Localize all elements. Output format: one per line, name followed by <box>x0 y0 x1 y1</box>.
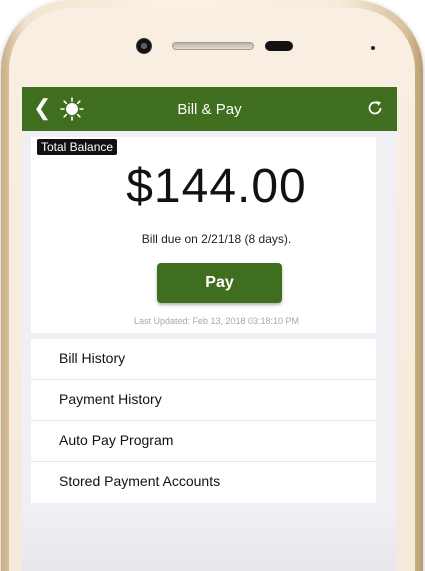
sensor-dot <box>371 46 375 50</box>
total-balance-label: Total Balance <box>37 139 118 155</box>
front-camera-icon <box>136 38 152 54</box>
speaker-grille <box>172 42 254 50</box>
menu-item-label: Auto Pay Program <box>59 432 174 448</box>
refresh-icon[interactable] <box>365 98 385 118</box>
pay-button[interactable]: Pay <box>157 263 282 303</box>
proximity-sensor <box>265 41 293 51</box>
nav-bar: ❮ Bill & Pay <box>22 87 397 131</box>
device-mockup: ❮ Bill & Pay Total Balance $144.00 Bill … <box>0 0 425 571</box>
menu-item-label: Bill History <box>59 350 126 366</box>
billing-menu: Bill History Payment History Auto Pay Pr… <box>31 339 376 503</box>
menu-item-stored-payment-accounts[interactable]: Stored Payment Accounts <box>31 462 376 503</box>
balance-amount: $144.00 <box>126 160 307 213</box>
balance-card: Total Balance $144.00 Bill due on 2/21/1… <box>31 137 376 333</box>
menu-item-bill-history[interactable]: Bill History <box>31 339 376 380</box>
menu-item-label: Stored Payment Accounts <box>59 473 221 489</box>
bill-due-text: Bill due on 2/21/18 (8 days). <box>141 232 292 246</box>
menu-item-payment-history[interactable]: Payment History <box>31 380 376 421</box>
page-title: Bill & Pay <box>177 101 242 118</box>
menu-item-auto-pay-program[interactable]: Auto Pay Program <box>31 421 376 462</box>
empty-background <box>22 507 397 571</box>
app-screen: ❮ Bill & Pay Total Balance $144.00 Bill … <box>22 87 397 571</box>
last-updated-text: Last Updated: Feb 13, 2018 03:18:10 PM <box>133 316 300 326</box>
menu-item-label: Payment History <box>59 391 162 407</box>
